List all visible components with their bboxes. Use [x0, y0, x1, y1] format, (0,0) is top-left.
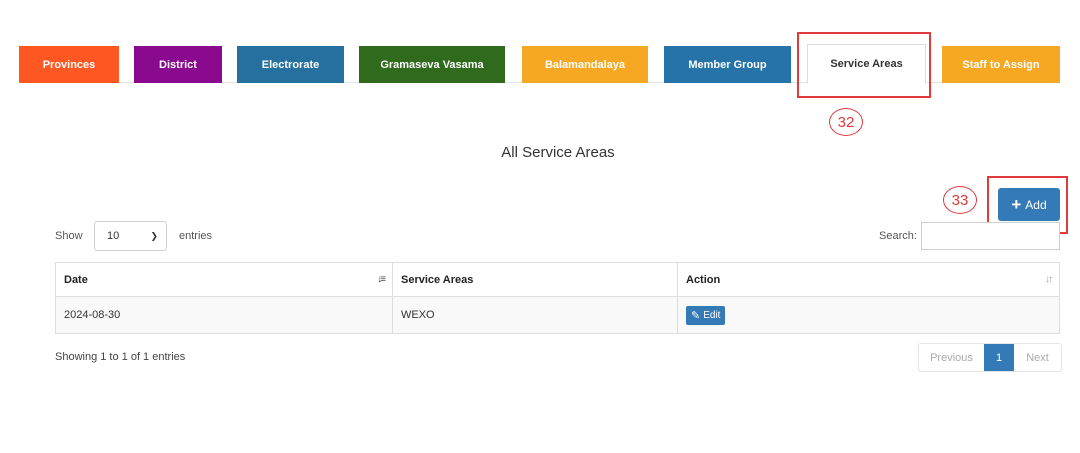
- tab-provinces[interactable]: Provinces: [19, 46, 119, 83]
- tab-gramaseva-vasama[interactable]: Gramaseva Vasama: [359, 46, 505, 83]
- cell-service-area: WEXO: [392, 296, 678, 334]
- service-areas-table: Date ↓≡ Service Areas Action ↓↑ 2024-08-…: [55, 262, 1060, 334]
- plus-icon: +: [1011, 195, 1022, 214]
- column-header-date-label: Date: [64, 273, 88, 286]
- annotation-marker-add: 33: [943, 186, 977, 214]
- tab-balamandalaya[interactable]: Balamandalaya: [522, 46, 648, 83]
- table-header-row: Date ↓≡ Service Areas Action ↓↑: [55, 262, 1060, 297]
- edit-button-label: Edit: [703, 309, 721, 321]
- column-header-date[interactable]: Date ↓≡: [55, 262, 393, 297]
- table-row: 2024-08-30 WEXO ✎ Edit: [55, 296, 1060, 334]
- entries-label: entries: [179, 230, 213, 242]
- pagination-next[interactable]: Next: [1014, 344, 1061, 371]
- search-input[interactable]: [921, 222, 1060, 250]
- tab-member-group[interactable]: Member Group: [664, 46, 791, 83]
- tab-district[interactable]: District: [134, 46, 222, 83]
- pagination-previous[interactable]: Previous: [919, 344, 984, 371]
- add-button[interactable]: + Add: [998, 188, 1060, 221]
- tab-staff-to-assign[interactable]: Staff to Assign: [942, 46, 1060, 83]
- page-title: All Service Areas: [501, 144, 615, 161]
- cell-date: 2024-08-30: [55, 296, 393, 334]
- cell-action: ✎ Edit: [677, 296, 1060, 334]
- edit-icon: ✎: [691, 309, 701, 322]
- annotation-box-tab: [797, 32, 931, 98]
- sort-icon: ↓↑: [1045, 274, 1053, 285]
- column-header-action[interactable]: Action ↓↑: [677, 262, 1060, 297]
- chevron-down-icon: ❯: [150, 231, 158, 241]
- edit-button[interactable]: ✎ Edit: [686, 305, 726, 325]
- table-info: Showing 1 to 1 of 1 entries: [55, 351, 186, 363]
- entries-per-page-value: 10: [107, 230, 120, 242]
- column-header-action-label: Action: [686, 273, 721, 286]
- pagination: Previous 1 Next: [918, 343, 1062, 372]
- add-button-label: Add: [1025, 197, 1047, 212]
- annotation-marker-tab: 32: [829, 108, 863, 136]
- sort-ascending-icon: ↓≡: [377, 274, 386, 285]
- column-header-service-areas-label: Service Areas: [401, 273, 474, 286]
- entries-per-page-select[interactable]: 10 ❯: [94, 221, 167, 251]
- search-label: Search:: [879, 230, 917, 242]
- pagination-page-1[interactable]: 1: [984, 344, 1014, 371]
- column-header-service-areas[interactable]: Service Areas: [392, 262, 678, 297]
- tab-electrorate[interactable]: Electrorate: [237, 46, 344, 83]
- show-label: Show: [55, 230, 83, 242]
